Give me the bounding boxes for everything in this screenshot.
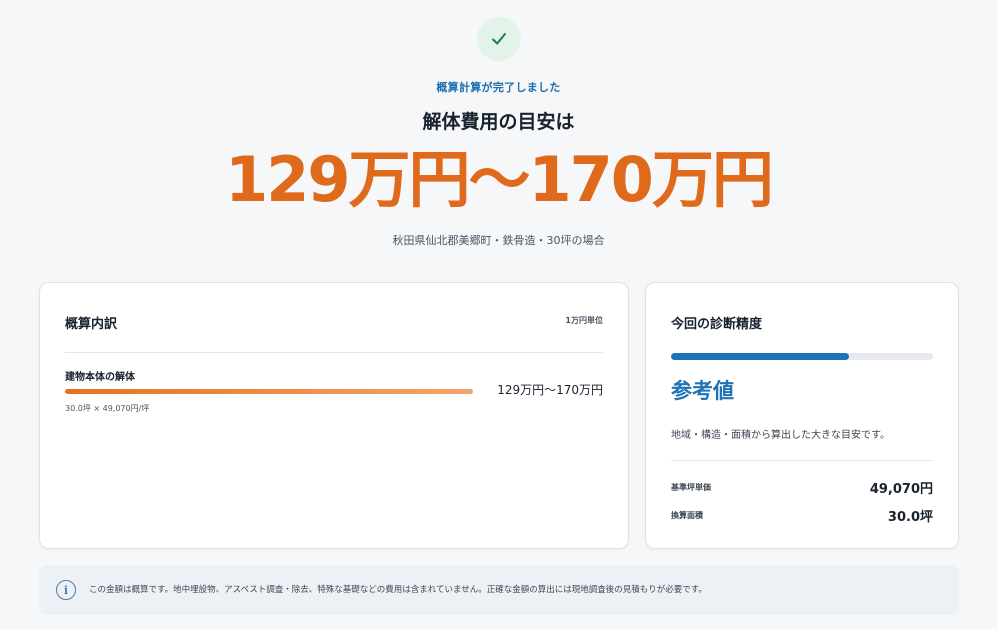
breakdown-item-name: 建物本体の解体 [65, 372, 135, 383]
area-label: 換算面積 [671, 511, 703, 520]
unit-price-value: 49,070円 [869, 482, 933, 497]
disclaimer-notice: i この金額は概算です。地中埋設物、アスベスト調査・除去、特殊な基礎などの費用は… [39, 565, 959, 615]
success-check-badge [477, 17, 521, 61]
check-icon [492, 33, 506, 45]
divider [671, 460, 933, 461]
price-range: 129万円〜170万円 [225, 143, 774, 216]
info-icon: i [56, 580, 76, 600]
breakdown-title: 概算内訳 [65, 317, 118, 332]
accuracy-level-label: 参考値 [671, 379, 734, 403]
accuracy-bar [671, 353, 933, 360]
divider [65, 352, 603, 353]
breakdown-item-amount: 129万円〜170万円 [497, 383, 603, 397]
accuracy-bar-fill [671, 353, 850, 360]
breakdown-card: 概算内訳 1万円単位 建物本体の解体 30.0坪 × 49,070円/坪 129… [39, 282, 629, 549]
complete-label: 概算計算が完了しました [436, 81, 561, 94]
breakdown-item-bar [65, 389, 473, 394]
accuracy-card: 今回の診断精度 参考値 地域・構造・面積から算出した大きな目安です。 基準坪単価… [645, 282, 959, 549]
breakdown-item-bar-fill [65, 389, 473, 394]
accuracy-description: 地域・構造・面積から算出した大きな目安です。 [671, 430, 890, 441]
area-value: 30.0坪 [887, 510, 933, 525]
unit-note: 1万円単位 [565, 316, 603, 325]
breakdown-item-formula: 30.0坪 × 49,070円/坪 [65, 404, 150, 413]
unit-price-label: 基準坪単価 [671, 483, 711, 492]
accuracy-title: 今回の診断精度 [671, 317, 763, 332]
result-condition: 秋田県仙北郡美郷町・鉄骨造・30坪の場合 [392, 234, 605, 247]
disclaimer-text: この金額は概算です。地中埋設物、アスベスト調査・除去、特殊な基礎などの費用は含ま… [89, 585, 707, 595]
result-headline: 解体費用の目安は [422, 111, 575, 133]
